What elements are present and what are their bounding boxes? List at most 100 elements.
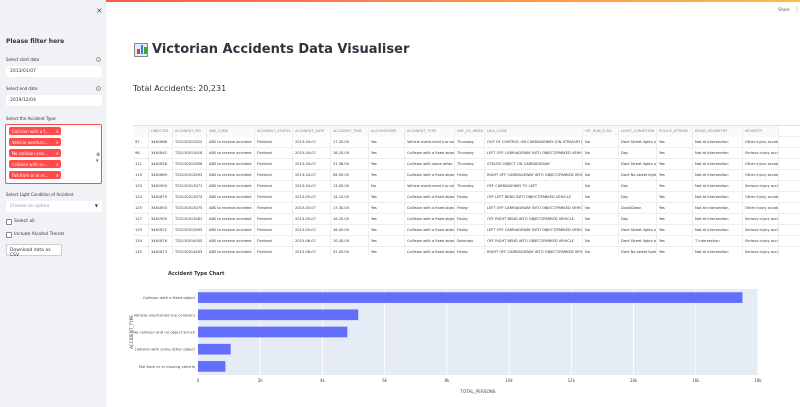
column-header[interactable]: DAY_OF_WEEK	[455, 126, 485, 137]
start-date-input[interactable]: 2013/01/07	[6, 66, 102, 77]
table-cell: 111	[133, 159, 149, 170]
column-header[interactable]: POLICE_ATTEND	[657, 126, 693, 137]
column-header[interactable]: ROAD_GEOMETRY	[693, 126, 743, 137]
alcohol-trends-checkbox[interactable]	[6, 232, 12, 238]
help-icon[interactable]: ?	[96, 86, 101, 91]
clear-dropdown-icon[interactable]: ⊗ ▾	[96, 152, 101, 164]
column-header[interactable]: ABS_CODE	[207, 126, 255, 137]
table-cell: Yes	[369, 170, 405, 181]
top-decoration-bar	[0, 0, 800, 2]
table-cell: Vehicle overturned (no collisi	[405, 181, 455, 192]
table-cell: Friday	[455, 214, 485, 225]
table-cell: Not at intersection	[693, 225, 743, 236]
table-row[interactable]: 120 3461900 T20130013071 ABS to receive acc…	[133, 181, 800, 192]
table-row[interactable]: 135 3461873 T20130014003 ABS to receive acc…	[133, 247, 800, 255]
table-cell: 16.45.00	[331, 225, 369, 236]
chip-no-collision[interactable]: No collision and ... ×	[9, 149, 61, 157]
table-row[interactable]: 97 3461866 T20130013022 ABS to receive acci…	[133, 137, 800, 148]
table-cell: Collision with a fixed object	[405, 203, 455, 214]
column-header[interactable]: ACCIDENT_NO	[173, 126, 207, 137]
table-cell: 2013-04-07	[293, 181, 331, 192]
table-cell: Not at intersection	[693, 137, 743, 148]
table-cell: OFF CARRIAGEWAY TO LEFT	[485, 181, 583, 192]
table-cell: 3461869	[149, 170, 173, 181]
table-cell: Other injury accident	[743, 192, 779, 203]
table-cell: 135	[133, 247, 149, 255]
table-cell: Not at intersection	[693, 247, 743, 255]
column-header[interactable]: OBJECTID	[149, 126, 173, 137]
table-cell: T20130013071	[173, 181, 207, 192]
table-cell: Serious injury accident	[743, 236, 779, 247]
accident-type-multiselect[interactable]: Collision with a f... × Vehicle overturn.…	[5, 124, 102, 184]
chip-collision-other[interactable]: collision with so... ×	[9, 160, 61, 168]
table-row[interactable]: 111 3461858 T20130013056 ABS to receive acc…	[133, 159, 800, 170]
column-header[interactable]: HIT_RUN_FLAG	[583, 126, 619, 137]
chevron-down-icon: ▼	[94, 203, 98, 208]
table-cell: ABS to receive accident	[207, 148, 255, 159]
table-cell: ABS to receive accident	[207, 236, 255, 247]
column-header[interactable]: LIGHT_CONDITION	[619, 126, 657, 137]
column-header[interactable]: ALCOHOLTIME	[369, 126, 405, 137]
y-tick-label: No collision and no object struck	[133, 330, 196, 335]
table-cell: 97	[133, 137, 149, 148]
table-row[interactable]: 98 3461842 T20130013018 ABS to receive acci…	[133, 148, 800, 159]
column-header[interactable]: ACCIDENT_TYPE	[405, 126, 455, 137]
table-cell: Yes	[369, 137, 405, 148]
download-csv-button[interactable]: Download data as CSV	[6, 244, 62, 258]
table-row[interactable]: 127 3461905 T20130013081 ABS to receive acc…	[133, 214, 800, 225]
chip-close-icon[interactable]: ×	[56, 151, 59, 156]
table-cell: Collision with a fixed object	[405, 192, 455, 203]
accident-type-chart[interactable]: 0 2k 4k 6k 8k 10k 12k 14k 16k 18k Collision with a…	[110, 283, 770, 401]
chip-close-icon[interactable]: ×	[56, 173, 59, 178]
main-menu-icon[interactable]: ⋮	[794, 6, 800, 13]
column-header[interactable]: ACCIDENT_STATUS	[255, 126, 293, 137]
table-cell: Collision with a fixed object	[405, 236, 455, 247]
table-cell: Finished	[255, 148, 293, 159]
column-header[interactable]: ACCIDENT_TIME	[331, 126, 369, 137]
table-cell: 3461876	[149, 236, 173, 247]
table-cell: No	[583, 148, 619, 159]
select-all-checkbox[interactable]	[6, 219, 12, 225]
chip-close-icon[interactable]: ×	[56, 162, 59, 167]
table-cell: RIGHT OFF CARRIAGEWAY INTO OBJECT/PARKED…	[485, 247, 583, 255]
table-cell: Not at intersection	[693, 181, 743, 192]
table-header-row[interactable]: OBJECTID ACCIDENT_NO ABS_CODE ACCIDENT_STAT…	[133, 126, 800, 137]
share-button[interactable]: Share	[778, 7, 790, 12]
end-date-input[interactable]: 2019/12/04	[6, 95, 102, 106]
column-header[interactable]	[133, 126, 149, 137]
table-cell: Thursday	[455, 159, 485, 170]
table-row[interactable]: 125 3461893 T20130013075 ABS to receive acc…	[133, 203, 800, 214]
table-cell: 134	[133, 236, 149, 247]
chip-vehicle-overturned[interactable]: Vehicle overturn... ×	[9, 138, 61, 146]
table-cell: ABS to receive accident	[207, 170, 255, 181]
table-cell: T20130013073	[173, 192, 207, 203]
table-cell: Yes	[657, 159, 693, 170]
table-row[interactable]: 134 3461876 T20130014005 ABS to receive acc…	[133, 236, 800, 247]
chip-collision-fixed[interactable]: Collision with a f... ×	[9, 127, 61, 135]
chip-close-icon[interactable]: ×	[56, 129, 59, 134]
chip-close-icon[interactable]: ×	[56, 140, 59, 145]
table-cell: Finished	[255, 225, 293, 236]
table-cell: Yes	[657, 203, 693, 214]
chip-fall-from-vehicle[interactable]: Fall from or in m... ×	[9, 171, 61, 179]
help-icon[interactable]: ?	[96, 57, 101, 62]
accidents-table[interactable]: OBJECTID ACCIDENT_NO ABS_CODE ACCIDENT_STAT…	[133, 125, 800, 255]
x-tick-label: 18k	[754, 378, 762, 383]
table-cell: Finished	[255, 137, 293, 148]
y-tick-label: Collision with a fixed object	[143, 295, 196, 300]
close-sidebar-icon[interactable]: ×	[96, 6, 103, 15]
start-date-label: Select start date	[6, 57, 40, 62]
column-header[interactable]: ACCIDENT_DATE	[293, 126, 331, 137]
light-condition-select[interactable]: Choose an option ▼	[6, 201, 102, 212]
table-row[interactable]: 124 3461879 T20130013073 ABS to receive acc…	[133, 192, 800, 203]
column-header[interactable]: DCA_CODE	[485, 126, 583, 137]
table-cell: T20130013093	[173, 170, 207, 181]
column-header[interactable]: SEVERITY	[743, 126, 779, 137]
table-row[interactable]: 119 3461869 T20130013093 ABS to receive acc…	[133, 170, 800, 181]
table-cell: Yes	[657, 137, 693, 148]
table-cell: Finished	[255, 159, 293, 170]
bar	[198, 309, 359, 321]
table-cell: LEFT OFF CARRIAGEWAY INTO OBJECT/PARKED …	[485, 203, 583, 214]
table-row[interactable]: 129 3461872 T20130013093 ABS to receive acc…	[133, 225, 800, 236]
table-cell: 17.30.00	[331, 203, 369, 214]
